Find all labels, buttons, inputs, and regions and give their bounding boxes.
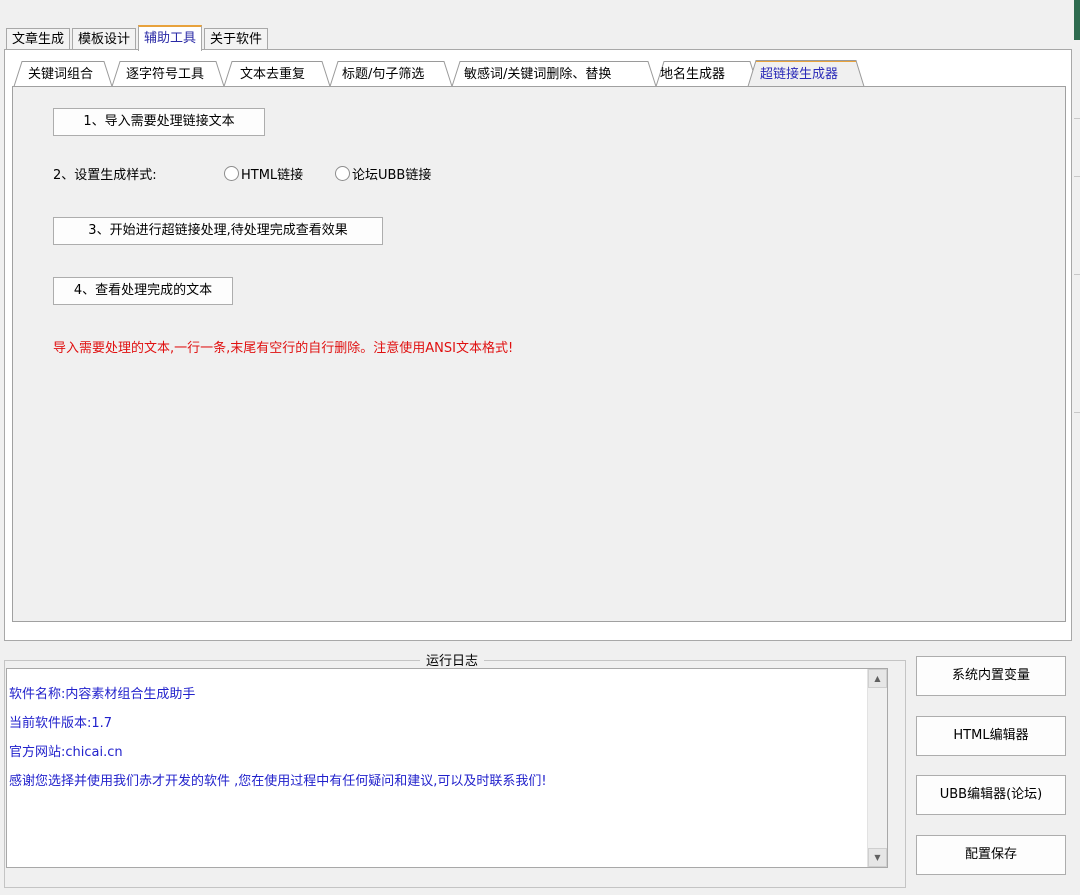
sub-tab-bar: 关键词组合 逐字符号工具 文本去重复 标题/句子筛选 敏感词/关键词删除、替换 …: [12, 57, 1066, 87]
subtab-sensitive-words[interactable]: 敏感词/关键词删除、替换: [464, 63, 611, 82]
subtab-hyperlink-generator[interactable]: 超链接生成器: [760, 63, 838, 82]
hyperlink-generator-panel: 1、导入需要处理链接文本 2、设置生成样式: HTML链接 论坛UBB链接 3、…: [12, 86, 1066, 622]
subtab-text-dedupe[interactable]: 文本去重复: [240, 63, 305, 82]
system-variables-button[interactable]: 系统内置变量: [916, 656, 1066, 696]
ubb-link-radio-label: 论坛UBB链接: [352, 168, 432, 183]
subtab-char-symbol-tool[interactable]: 逐字符号工具: [126, 63, 204, 82]
tab-about-software[interactable]: 关于软件: [204, 28, 269, 50]
import-link-text-button[interactable]: 1、导入需要处理链接文本: [53, 108, 265, 136]
radio-circle-icon: [224, 166, 239, 181]
scroll-up-arrow-icon[interactable]: ▲: [868, 669, 887, 688]
ubb-editor-button[interactable]: UBB编辑器(论坛): [916, 775, 1066, 815]
run-log-title: 运行日志: [420, 650, 485, 669]
view-processed-text-button[interactable]: 4、查看处理完成的文本: [53, 277, 233, 305]
run-log-lines: 软件名称:内容素材组合生成助手 当前软件版本:1.7 官方网站:chicai.c…: [9, 683, 867, 799]
window-edge-accent: [1074, 0, 1080, 40]
subtab-place-name-generator[interactable]: 地名生成器: [660, 63, 725, 82]
html-link-radio-label: HTML链接: [241, 168, 304, 183]
tab-template-design[interactable]: 模板设计: [72, 28, 137, 50]
radio-circle-icon: [335, 166, 350, 181]
html-link-radio[interactable]: HTML链接: [224, 164, 303, 183]
window-edge-lines: [1074, 40, 1080, 460]
html-editor-button[interactable]: HTML编辑器: [916, 716, 1066, 756]
log-line: 当前软件版本:1.7: [9, 716, 113, 731]
log-scrollbar[interactable]: ▲ ▼: [867, 669, 887, 867]
ubb-link-radio[interactable]: 论坛UBB链接: [335, 164, 431, 183]
save-config-button[interactable]: 配置保存: [916, 835, 1066, 875]
log-line: 软件名称:内容素材组合生成助手: [9, 687, 196, 702]
log-line: 感谢您选择并使用我们赤才开发的软件 ,您在使用过程中有任何疑问和建议,可以及时联…: [9, 774, 547, 789]
subtab-title-filter[interactable]: 标题/句子筛选: [342, 63, 424, 82]
start-processing-button[interactable]: 3、开始进行超链接处理,待处理完成查看效果: [53, 217, 383, 245]
scroll-down-arrow-icon[interactable]: ▼: [868, 848, 887, 867]
main-tab-bar: 文章生成 模板设计 辅助工具 关于软件: [6, 24, 270, 51]
log-line: 官方网站:chicai.cn: [9, 745, 123, 760]
run-log-textbox[interactable]: 软件名称:内容素材组合生成助手 当前软件版本:1.7 官方网站:chicai.c…: [6, 668, 888, 868]
ansi-format-warning: 导入需要处理的文本,一行一条,末尾有空行的自行删除。注意使用ANSI文本格式!: [53, 341, 514, 356]
subtab-keyword-combine[interactable]: 关键词组合: [28, 63, 93, 82]
tab-aux-tools[interactable]: 辅助工具: [138, 25, 203, 51]
style-setting-label: 2、设置生成样式:: [53, 168, 157, 183]
tab-article-generate[interactable]: 文章生成: [6, 28, 71, 50]
window-top-strip: [0, 0, 1080, 20]
